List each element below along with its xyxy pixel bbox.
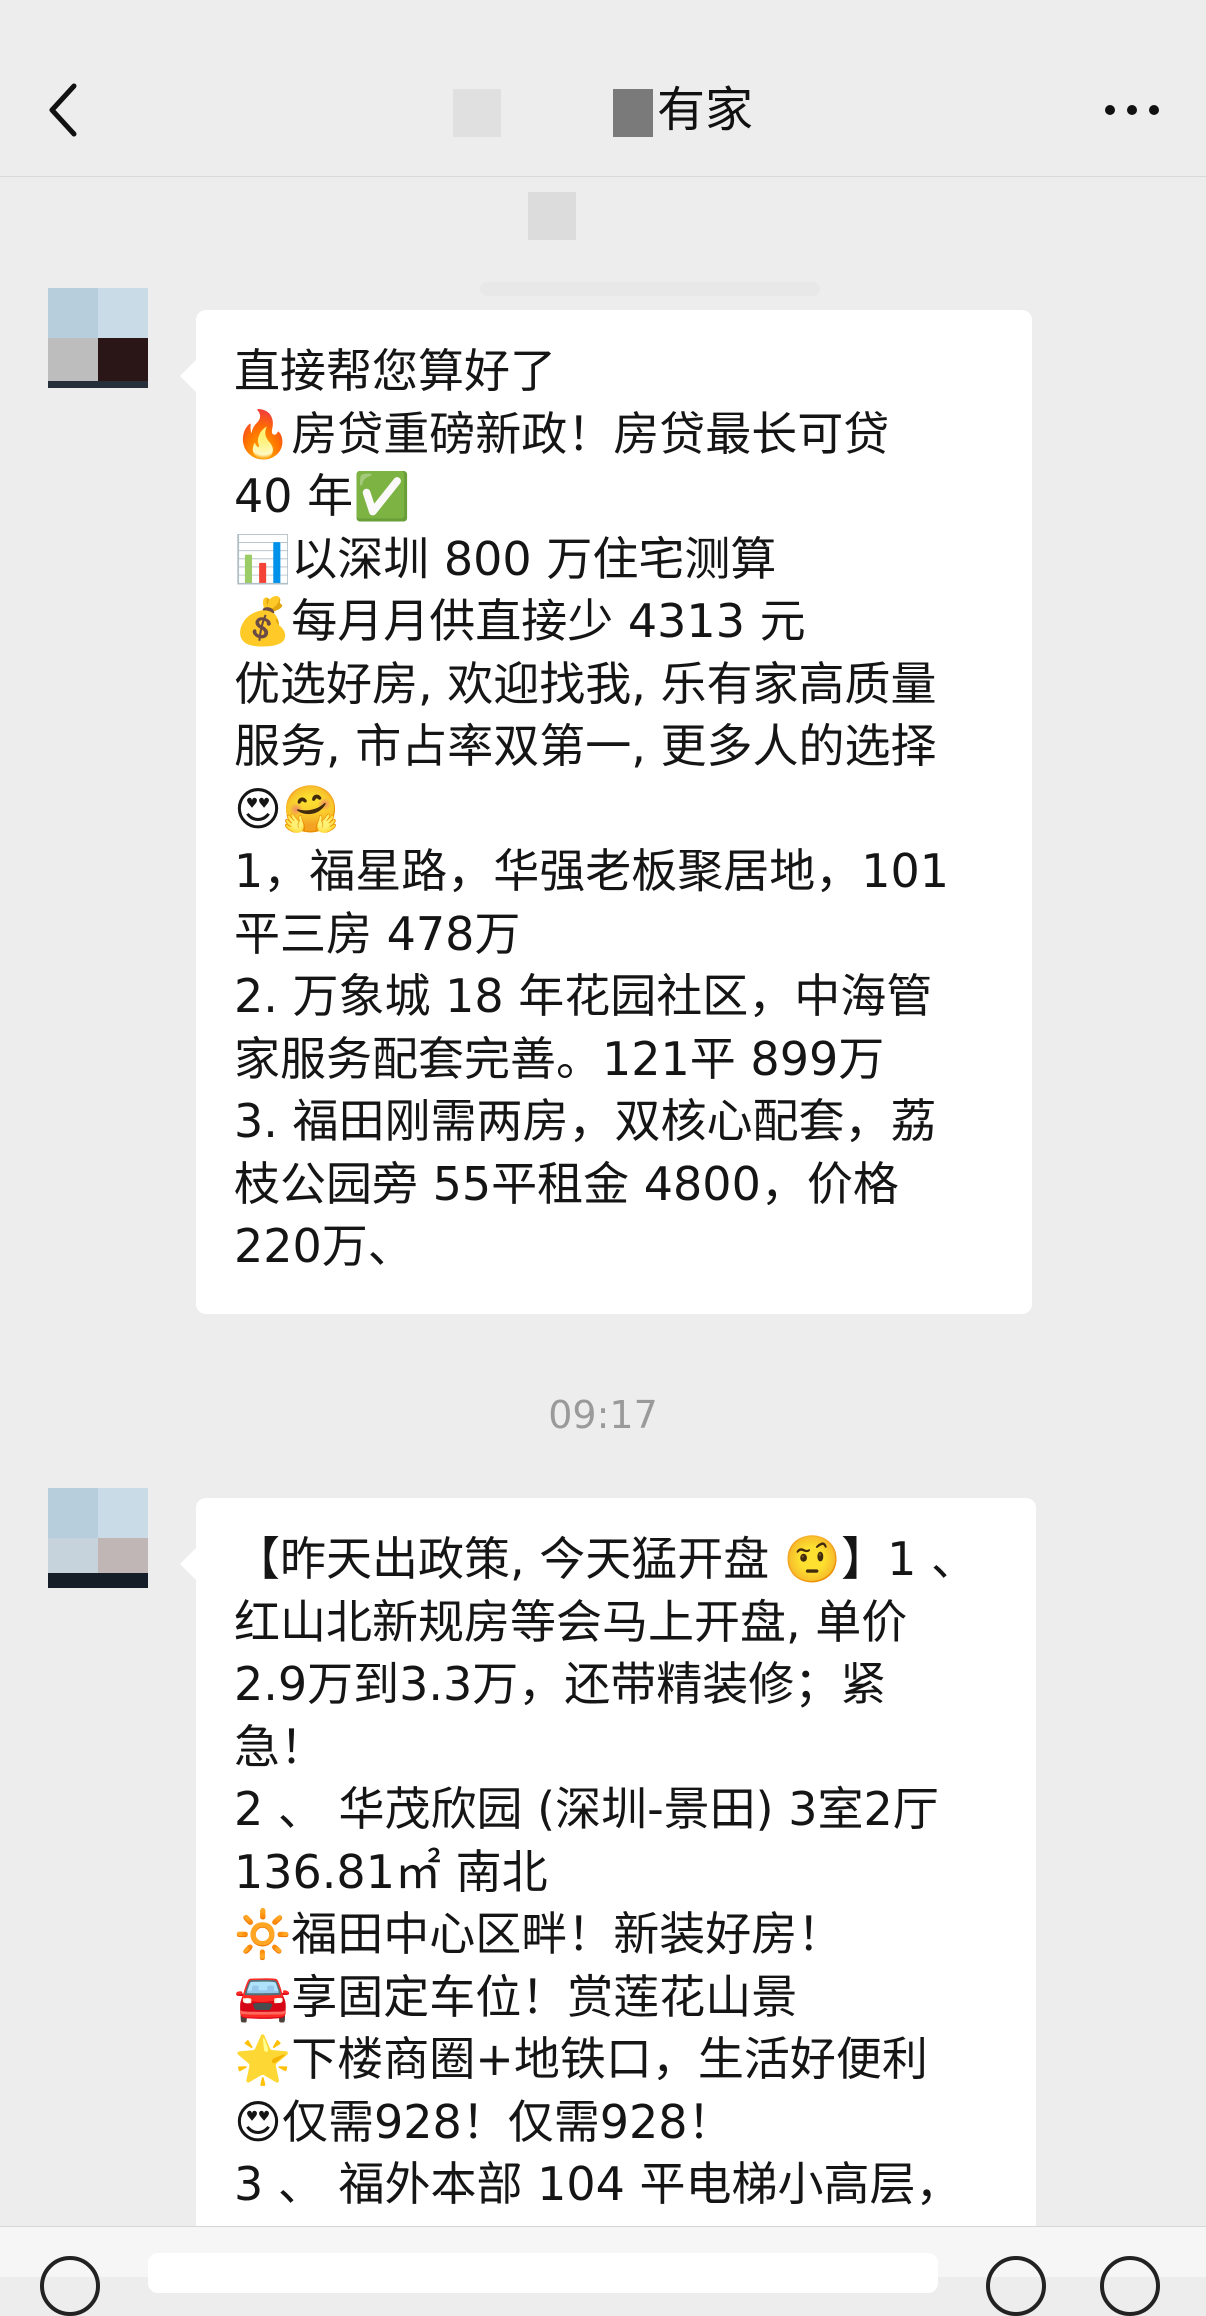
message-line: 服务, 市占率双第一, 更多人的选择 (234, 719, 937, 773)
message-line: 3 、 福外本部 104 平电梯小高层， (234, 2157, 962, 2211)
message-bubble[interactable]: 【昨天出政策, 今天猛开盘 🤨】1 、 红山北新规房等会马上开盘, 单价 2.9… (180, 1498, 1036, 2238)
add-icon[interactable] (1100, 2256, 1160, 2316)
message-line: 红山北新规房等会马上开盘, 单价 (234, 1594, 908, 1649)
message-line: 🌟下楼商圈+地铁口，生活好便利 (234, 2032, 928, 2086)
emoji-icon[interactable] (986, 2256, 1046, 2316)
message-line: 急！ (234, 1719, 326, 1774)
message-line: 136.81㎡ 南北 (234, 1844, 548, 1899)
redacted-block (452, 89, 501, 137)
message-line: 💰每月月供直接少 4313 元 (234, 594, 806, 648)
message-line: 1，福星路，华强老板聚居地，101 (234, 844, 950, 898)
message-line: 3. 福田刚需两房，双核心配套，荔 (234, 1094, 937, 1148)
chat-title-text: 有家 (656, 82, 753, 138)
voice-icon[interactable] (40, 2256, 100, 2316)
chat-header: 有家 (0, 0, 1206, 177)
message-line: 平三房 478万 (234, 906, 521, 961)
chat-title: 有家 (0, 80, 1206, 140)
message-line: 📊以深圳 800 万住宅测算 (234, 531, 777, 586)
message-line: 😍仅需928！仅需928！ (234, 2094, 734, 2149)
message-line: 优选好房, 欢迎找我, 乐有家高质量 (234, 656, 937, 711)
message-line: 😍🤗 (234, 781, 340, 836)
redacted-block (528, 192, 576, 240)
redacted-block (612, 89, 653, 137)
avatar[interactable] (48, 1488, 148, 1588)
message-line: 🚘享固定车位！赏莲花山景 (234, 1969, 798, 2024)
message-bubble[interactable]: 直接帮您算好了 🔥房贷重磅新政！房贷最长可贷 40 年✅ 📊以深圳 800 万住… (180, 310, 1032, 1314)
message-line: 🔥房贷重磅新政！房贷最长可贷 (234, 406, 890, 461)
message-line: 2 、 华茂欣园 (深圳-景田) 3室2厅 (234, 1782, 939, 1836)
avatar[interactable] (48, 288, 148, 388)
message-line: 🔆福田中心区畔！新装好房！ (234, 1907, 844, 1961)
message-line: 220万、 (234, 1219, 414, 1273)
message-input[interactable] (148, 2253, 938, 2293)
redacted-block (480, 282, 820, 296)
message-timestamp: 09:17 (548, 1393, 658, 1437)
message-line: 2. 万象城 18 年花园社区，中海管 (234, 969, 933, 1023)
message-line: 2.9万到3.3万，还带精装修；紧 (234, 1657, 887, 1711)
more-options-icon[interactable] (1102, 95, 1162, 125)
message-line: 【昨天出政策, 今天猛开盘 🤨】1 、 (234, 1532, 978, 1586)
message-line: 枝公园旁 55平租金 4800，价格 (234, 1156, 899, 1211)
message-line: 家服务配套完善。121平 899万 (234, 1031, 885, 1086)
message-line: 直接帮您算好了 (234, 344, 556, 398)
message-line: 40 年✅ (234, 469, 411, 523)
